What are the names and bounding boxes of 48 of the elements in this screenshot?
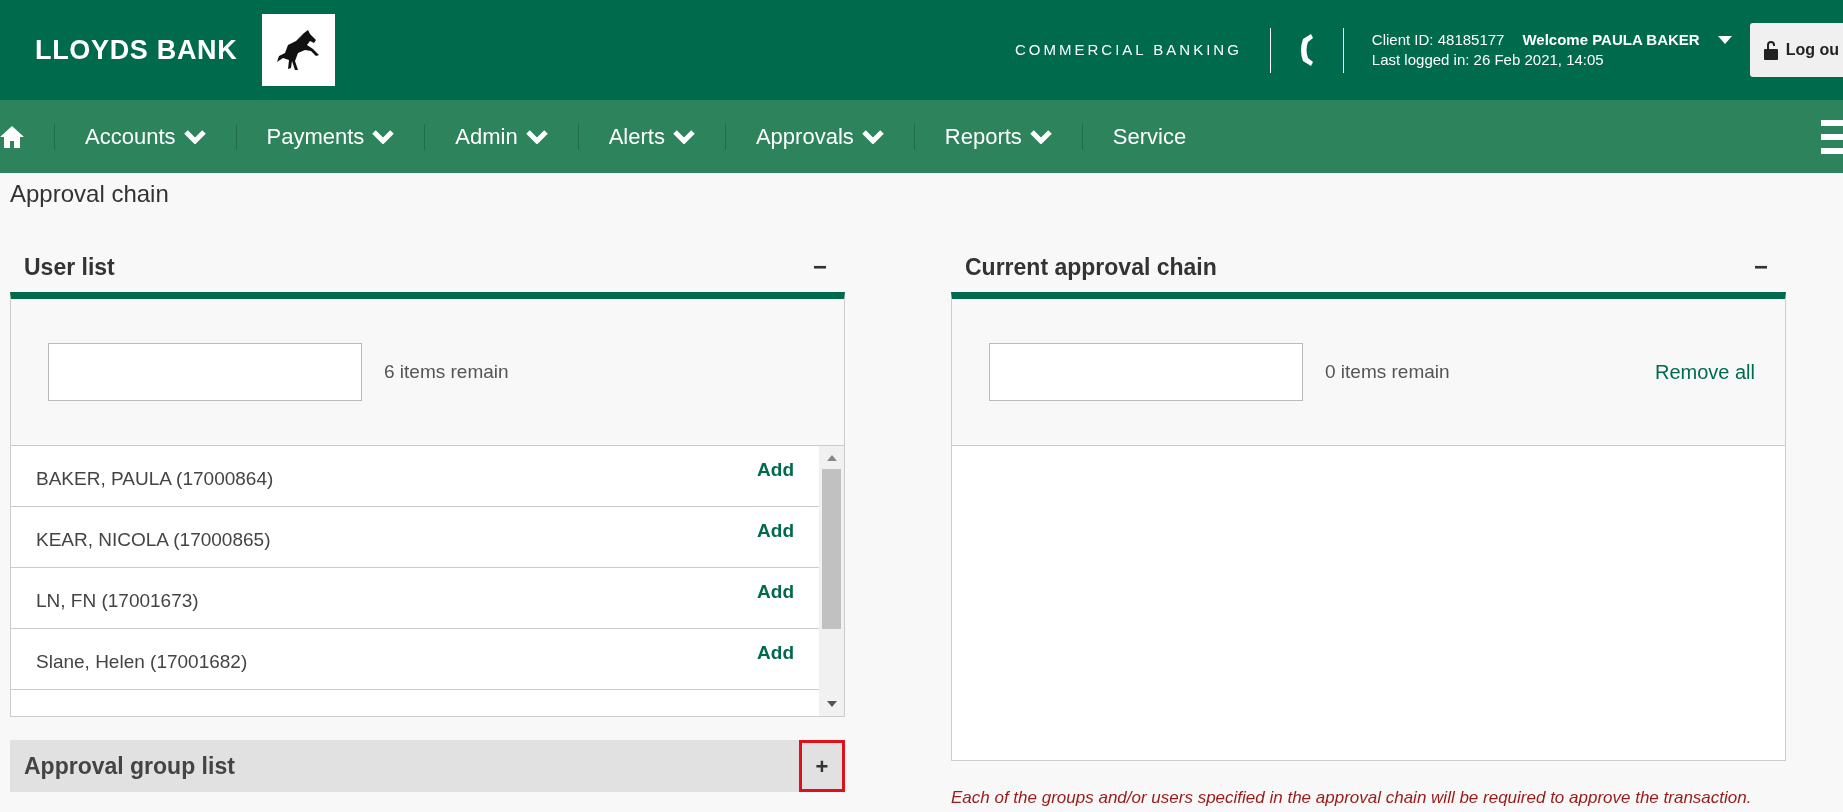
client-id: Client ID: 48185177 [1371,30,1505,50]
padlock-icon [1763,40,1778,60]
search-field[interactable] [48,343,362,401]
user-name: LN, FN (17001673) [36,588,199,613]
scroll-up-icon[interactable] [826,455,837,461]
scrollbar[interactable] [819,446,844,716]
nav-item[interactable]: Payments [266,120,395,153]
nav-item[interactable]: Reports [944,120,1052,153]
items-remaining: 6 items remain [384,359,509,384]
chevron-down-icon [861,129,884,144]
user-name: KEAR, NICOLA (17000865) [36,527,271,552]
home-icon[interactable] [0,125,24,148]
caret-icon[interactable] [1717,36,1732,44]
nav-item[interactable]: Alerts [608,120,695,153]
collapse-button[interactable]: − [1750,249,1772,285]
scroll-down-icon[interactable] [826,701,837,707]
nav-item[interactable]: Admin [455,120,548,153]
logout-button[interactable]: Log ou [1749,23,1843,77]
section-title: User list [24,252,115,282]
chevron-down-icon [1029,129,1052,144]
last-login-text: Last logged in: 26 Feb 2021, 14:05 [1371,50,1605,70]
add-link[interactable]: Add [757,517,794,546]
info-text: Each of the groups and/or users specified in the approval chain will be required to approve the transaction. [951,787,1753,809]
phone-icon [1298,33,1315,67]
section-title: Approval group list [24,751,235,781]
nav-item[interactable]: Service [1112,120,1187,153]
user-name: Slane, Helen (17001682) [36,649,248,674]
brand-name: LLOYDS BANK [35,33,238,67]
search-field[interactable] [989,343,1303,401]
welcome-text: Welcome PAULA BAKER [1522,30,1700,50]
add-link[interactable]: Add [757,578,794,607]
chevron-down-icon [672,129,695,144]
remove-all-link[interactable]: Remove all [1654,357,1755,387]
nav-item[interactable]: Approvals [755,120,884,153]
chevron-down-icon [372,129,395,144]
division-label: COMMERCIAL BANKING [1015,39,1242,60]
add-link[interactable]: Add [757,456,794,485]
collapse-button[interactable]: − [809,249,831,285]
expand-button[interactable]: + [799,740,845,792]
items-remaining: 0 items remain [1325,359,1450,384]
section-title: Current approval chain [965,252,1217,282]
chevron-down-icon [183,129,206,144]
add-link[interactable]: Add [757,639,794,668]
user-name: BAKER, PAULA (17000864) [36,466,274,491]
page-title: Approval chain [10,179,170,209]
menu-icon[interactable] [1821,119,1843,154]
nav-item[interactable]: Accounts [85,120,206,153]
chevron-down-icon [525,129,548,144]
